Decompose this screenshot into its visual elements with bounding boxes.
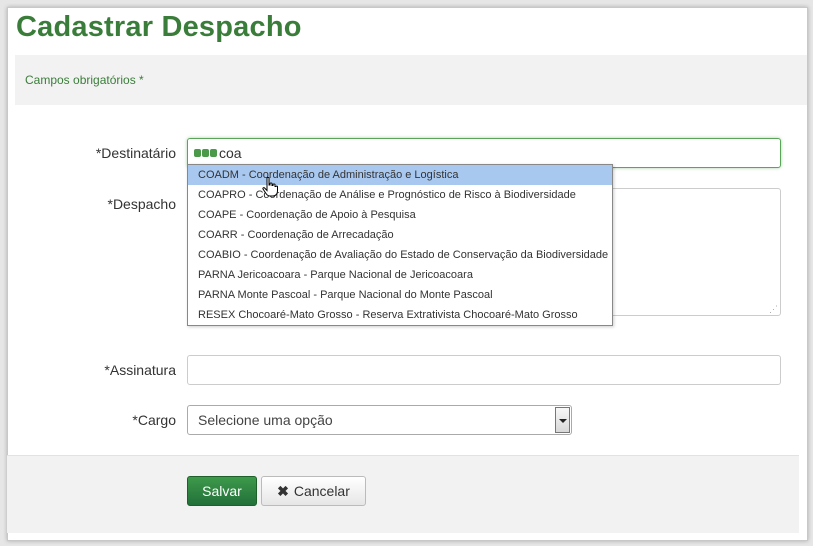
autocomplete-item[interactable]: COARR - Coordenação de Arrecadação <box>188 225 612 245</box>
autocomplete-item[interactable]: COABIO - Coordenação de Avaliação do Est… <box>188 245 612 265</box>
autocomplete-item[interactable]: COADM - Coordenação de Administração e L… <box>188 165 612 185</box>
resize-handle-icon[interactable]: ⋰ <box>769 305 778 314</box>
autocomplete-item[interactable]: RESEX Chocoaré-Mato Grosso - Reserva Ext… <box>188 305 612 325</box>
cargo-selected-value: Selecione uma opção <box>198 412 333 428</box>
loading-dots-icon <box>194 149 217 157</box>
despacho-label: *Despacho <box>107 196 177 212</box>
required-fields-note: Campos obrigatórios * <box>25 73 144 87</box>
cargo-select[interactable]: Selecione uma opção <box>187 405 572 435</box>
save-button[interactable]: Salvar <box>187 476 257 506</box>
form-actions-bar <box>7 455 799 533</box>
destinatario-autocomplete-list: COADM - Coordenação de Administração e L… <box>187 164 613 326</box>
autocomplete-item[interactable]: COAPRO - Coordenação de Análise e Prognó… <box>188 185 612 205</box>
destinatario-value: coa <box>219 145 242 161</box>
autocomplete-item[interactable]: COAPE - Coordenação de Apoio à Pesquisa <box>188 205 612 225</box>
chevron-down-icon[interactable] <box>555 407 570 433</box>
cancel-button-label: Cancelar <box>293 483 350 499</box>
destinatario-label: *Destinatário <box>95 145 176 161</box>
cargo-label: *Cargo <box>132 412 176 428</box>
cancel-button[interactable]: ✖ Cancelar <box>261 476 366 506</box>
hand-pointer-icon <box>262 177 278 197</box>
assinatura-label: *Assinatura <box>104 362 176 378</box>
times-icon: ✖ <box>277 482 289 499</box>
page-title: Cadastrar Despacho <box>16 11 302 43</box>
assinatura-input[interactable] <box>187 355 781 385</box>
autocomplete-item[interactable]: PARNA Monte Pascoal - Parque Nacional do… <box>188 285 612 305</box>
autocomplete-item[interactable]: PARNA Jericoacoara - Parque Nacional de … <box>188 265 612 285</box>
required-fields-bar: Campos obrigatórios * <box>15 55 807 105</box>
